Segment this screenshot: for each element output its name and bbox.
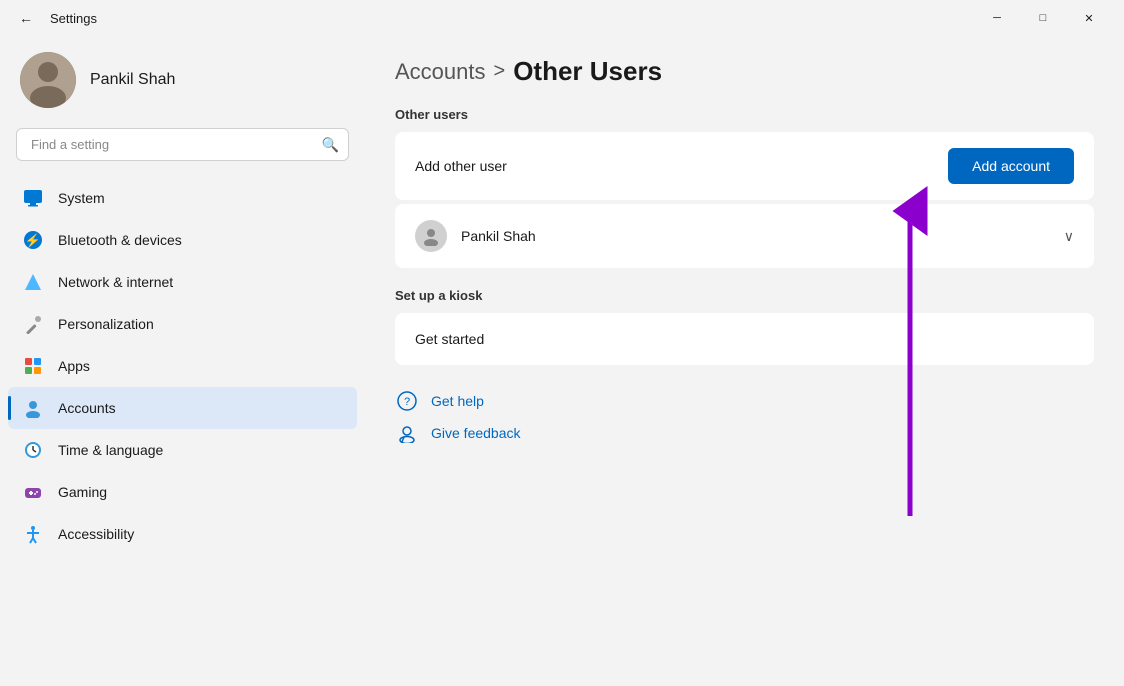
svg-text:?: ? xyxy=(404,396,410,408)
sidebar-label-accounts: Accounts xyxy=(58,400,116,416)
window-controls: ─ □ ✕ xyxy=(974,0,1112,36)
gaming-icon xyxy=(22,481,44,503)
add-user-card: Add other user Add account xyxy=(395,132,1094,200)
sidebar-item-accounts[interactable]: Accounts xyxy=(8,387,357,429)
get-help-icon: ? xyxy=(395,389,419,413)
sidebar-label-gaming: Gaming xyxy=(58,484,107,500)
sidebar: Pankil Shah 🔍 System ⚡ Bluetooth & devic… xyxy=(0,36,365,686)
sidebar-item-bluetooth[interactable]: ⚡ Bluetooth & devices xyxy=(8,219,357,261)
pankil-shah-name: Pankil Shah xyxy=(461,228,536,244)
maximize-button[interactable]: □ xyxy=(1020,0,1066,36)
content-area: Accounts > Other Users Other users Add o… xyxy=(365,36,1124,686)
sidebar-label-time: Time & language xyxy=(58,442,163,458)
sidebar-item-system[interactable]: System xyxy=(8,177,357,219)
time-icon xyxy=(22,439,44,461)
user-profile[interactable]: Pankil Shah xyxy=(0,36,365,128)
kiosk-section: Set up a kiosk Get started xyxy=(395,288,1094,365)
title-bar: ← Settings ─ □ ✕ xyxy=(0,0,1124,36)
apps-icon xyxy=(22,355,44,377)
breadcrumb-parent: Accounts xyxy=(395,59,486,85)
search-input[interactable] xyxy=(16,128,349,161)
sidebar-item-network[interactable]: Network & internet xyxy=(8,261,357,303)
kiosk-title: Set up a kiosk xyxy=(395,288,1094,303)
other-users-title: Other users xyxy=(395,107,1094,122)
user-row: Pankil Shah xyxy=(415,220,536,252)
get-started-row[interactable]: Get started xyxy=(395,313,1094,365)
sidebar-label-personalization: Personalization xyxy=(58,316,154,332)
user-name: Pankil Shah xyxy=(90,71,175,89)
search-box: 🔍 xyxy=(16,128,349,161)
close-button[interactable]: ✕ xyxy=(1066,0,1112,36)
sidebar-item-time[interactable]: Time & language xyxy=(8,429,357,471)
kiosk-card[interactable]: Get started xyxy=(395,313,1094,365)
sidebar-item-personalization[interactable]: Personalization xyxy=(8,303,357,345)
avatar-image xyxy=(20,52,76,108)
sidebar-item-apps[interactable]: Apps xyxy=(8,345,357,387)
sidebar-label-apps: Apps xyxy=(58,358,90,374)
add-other-user-label: Add other user xyxy=(415,158,507,174)
accounts-icon xyxy=(22,397,44,419)
app-title: Settings xyxy=(50,11,97,26)
title-bar-left: ← Settings xyxy=(12,4,97,32)
give-feedback-label: Give feedback xyxy=(431,425,521,441)
sidebar-item-accessibility[interactable]: Accessibility xyxy=(8,513,357,555)
user-avatar-icon xyxy=(415,220,447,252)
search-icon: 🔍 xyxy=(322,136,339,153)
add-account-button[interactable]: Add account xyxy=(948,148,1074,184)
svg-text:⚡: ⚡ xyxy=(25,233,41,249)
give-feedback-link[interactable]: Give feedback xyxy=(395,421,1094,445)
breadcrumb-current: Other Users xyxy=(513,56,662,87)
sidebar-label-network: Network & internet xyxy=(58,274,173,290)
pankil-shah-row[interactable]: Pankil Shah ∨ xyxy=(395,204,1094,268)
bluetooth-icon: ⚡ xyxy=(22,229,44,251)
give-feedback-icon xyxy=(395,421,419,445)
sidebar-label-accessibility: Accessibility xyxy=(58,526,134,542)
sidebar-label-system: System xyxy=(58,190,105,206)
add-user-row: Add other user Add account xyxy=(395,132,1094,200)
network-icon xyxy=(22,271,44,293)
back-button[interactable]: ← xyxy=(12,4,40,32)
sidebar-label-bluetooth: Bluetooth & devices xyxy=(58,232,182,248)
avatar xyxy=(20,52,76,108)
accessibility-icon xyxy=(22,523,44,545)
get-help-label: Get help xyxy=(431,393,484,409)
nav-list: System ⚡ Bluetooth & devices Network & i… xyxy=(0,177,365,555)
breadcrumb: Accounts > Other Users xyxy=(395,56,1094,87)
get-started-label: Get started xyxy=(415,331,484,347)
sidebar-item-gaming[interactable]: Gaming xyxy=(8,471,357,513)
pankil-shah-card[interactable]: Pankil Shah ∨ xyxy=(395,204,1094,268)
main-layout: Pankil Shah 🔍 System ⚡ Bluetooth & devic… xyxy=(0,36,1124,686)
minimize-button[interactable]: ─ xyxy=(974,0,1020,36)
get-help-link[interactable]: ? Get help xyxy=(395,389,1094,413)
personalization-icon xyxy=(22,313,44,335)
breadcrumb-separator: > xyxy=(494,60,506,83)
chevron-down-icon: ∨ xyxy=(1064,228,1074,245)
links-section: ? Get help Give feedback xyxy=(395,389,1094,445)
system-icon xyxy=(22,187,44,209)
